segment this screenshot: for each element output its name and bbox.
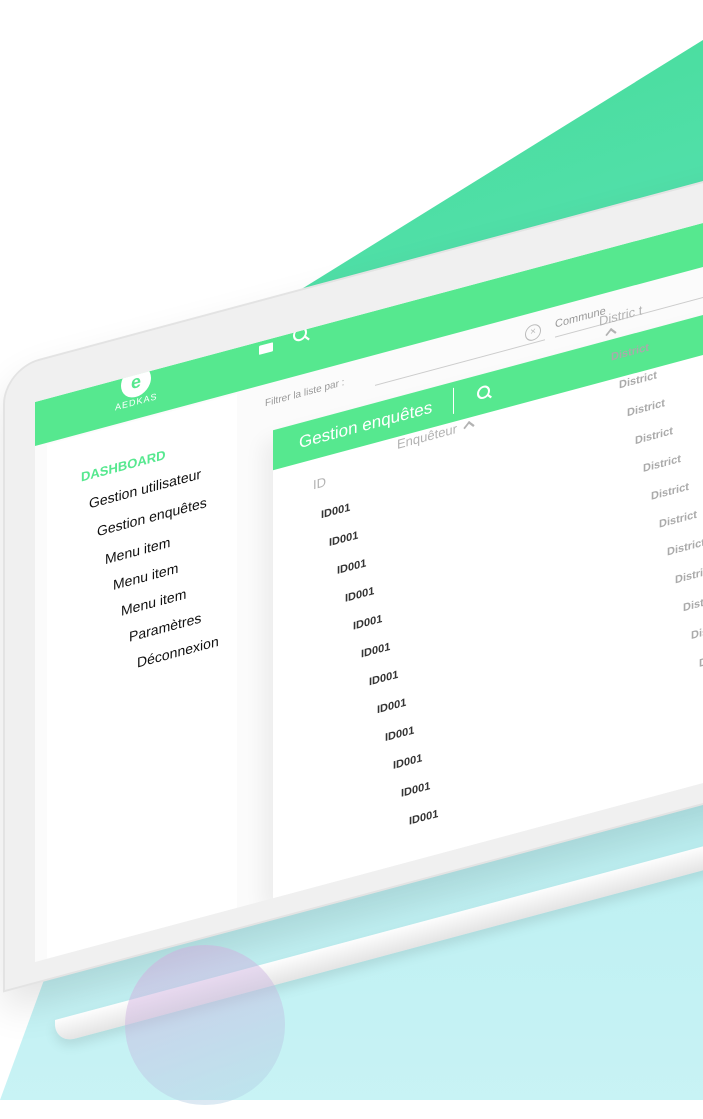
table-cell-district[interactable]: District xyxy=(667,536,703,558)
sidebar: DASHBOARD Gestion utilisateur Gestion en… xyxy=(47,393,237,959)
table-cell-district[interactable]: District xyxy=(643,453,681,475)
table-cell-id[interactable]: ID001 xyxy=(393,752,422,772)
table-cell-district[interactable]: District xyxy=(635,425,673,447)
clear-icon[interactable]: × xyxy=(525,322,541,343)
chevron-up-icon xyxy=(463,420,475,432)
chevron-up-icon xyxy=(605,327,617,339)
laptop-lid: e AEDKAS DASHBOARD Gestion utilisateur G… xyxy=(5,107,703,990)
laptop: e AEDKAS DASHBOARD Gestion utilisateur G… xyxy=(0,0,703,1119)
table-cell-id[interactable]: ID001 xyxy=(321,501,350,521)
header-divider xyxy=(453,387,454,414)
table-cell-district[interactable]: District xyxy=(683,592,703,614)
search-icon[interactable] xyxy=(293,325,307,343)
table-cell-id[interactable]: ID001 xyxy=(345,585,374,605)
table-cell-id[interactable]: ID001 xyxy=(409,808,438,828)
sidebar-item-menu-1[interactable]: Menu item xyxy=(105,534,170,568)
sidebar-item-menu-3[interactable]: Menu item xyxy=(121,585,186,619)
filter-label: Filtrer la liste par : xyxy=(265,377,345,410)
column-header-id[interactable]: ID xyxy=(313,474,326,492)
table-cell-district[interactable]: District xyxy=(659,509,697,531)
app-screen: e AEDKAS DASHBOARD Gestion utilisateur G… xyxy=(35,150,703,962)
table-cell-district[interactable]: District xyxy=(627,397,665,419)
table-cell-district[interactable]: District xyxy=(691,620,703,642)
table-cell-id[interactable]: ID001 xyxy=(401,780,430,800)
decorative-bubble xyxy=(125,945,285,1105)
sidebar-item-menu-2[interactable]: Menu item xyxy=(113,560,178,594)
table-cell-id[interactable]: ID001 xyxy=(329,529,358,549)
table-cell-district[interactable]: District xyxy=(699,648,703,670)
table-cell-district[interactable]: District xyxy=(651,481,689,503)
table-cell-id[interactable]: ID001 xyxy=(337,557,366,577)
table-cell-id[interactable]: ID001 xyxy=(377,696,406,716)
table-cell-district[interactable]: District xyxy=(675,564,703,586)
search-icon[interactable] xyxy=(477,384,490,401)
menu-icon[interactable] xyxy=(259,342,273,355)
table-cell-id[interactable]: ID001 xyxy=(353,613,382,633)
table-cell-id[interactable]: ID001 xyxy=(361,641,390,661)
table-cell-id[interactable]: ID001 xyxy=(385,724,414,744)
table-cell-id[interactable]: ID001 xyxy=(369,669,398,689)
